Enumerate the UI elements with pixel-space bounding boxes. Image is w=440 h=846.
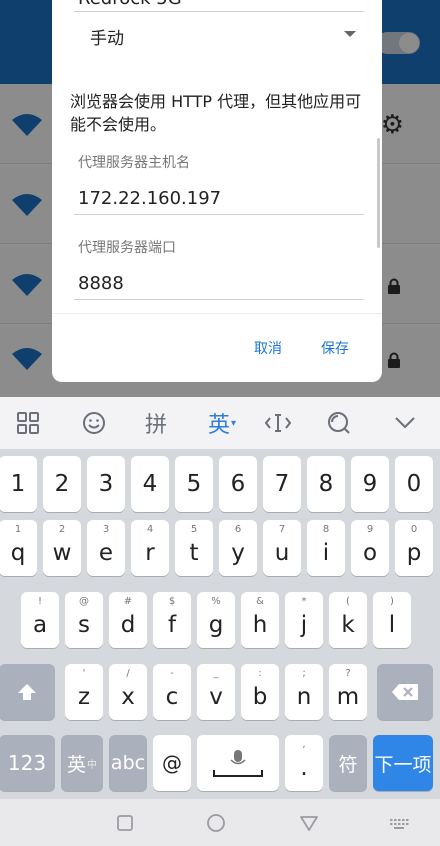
key-s[interactable]: @ s xyxy=(65,592,103,648)
key-k[interactable]: (k xyxy=(329,592,367,648)
space-key[interactable] xyxy=(197,735,279,791)
key-h[interactable]: & h xyxy=(241,592,279,648)
language-switch-key[interactable]: 英中 xyxy=(61,735,103,791)
key-t[interactable]: 5t xyxy=(175,520,213,576)
next-field-button[interactable]: 下一项 xyxy=(373,735,433,791)
english-mode-label: 英 xyxy=(207,413,230,438)
cursor-icon[interactable] xyxy=(256,397,300,449)
abc-mode-key[interactable]: abc xyxy=(109,735,147,791)
collapse-keyboard-icon[interactable] xyxy=(383,397,427,449)
key-r[interactable]: 4r xyxy=(131,520,169,576)
key-n[interactable]: ; n xyxy=(285,664,323,720)
key-d[interactable]: # d xyxy=(109,592,147,648)
key-0[interactable]: 0 xyxy=(395,456,433,512)
key-period[interactable]: ,. xyxy=(285,735,323,791)
shift-arrow-icon xyxy=(18,684,36,700)
language-sub-label: 中 xyxy=(87,759,97,771)
key-at[interactable]: @ xyxy=(153,735,191,791)
host-label: 代理服务器主机名 xyxy=(78,155,190,171)
keyboard-icon[interactable] xyxy=(389,813,409,833)
key-a[interactable]: ! a xyxy=(21,592,59,648)
proxy-mode-dropdown[interactable]: 手动 xyxy=(74,18,364,52)
key-y[interactable]: 6y xyxy=(219,520,257,576)
key-7[interactable]: 7 xyxy=(263,456,301,512)
emoji-icon[interactable] xyxy=(72,397,116,449)
key-w[interactable]: 2w xyxy=(43,520,81,576)
save-button[interactable]: 保存 xyxy=(321,338,349,358)
key-x[interactable]: / x xyxy=(109,664,147,720)
proxy-mode-value: 手动 xyxy=(90,29,124,49)
divider xyxy=(74,11,364,12)
grid-icon[interactable] xyxy=(6,397,50,449)
soft-keyboard: 1 2 3 4 5 6 7 8 9 0 1q 2w 3e 4r 5t 6y 7u… xyxy=(0,449,440,799)
key-3[interactable]: 3 xyxy=(87,456,125,512)
numeric-mode-key[interactable]: 123 xyxy=(0,735,55,791)
key-z[interactable]: ' z xyxy=(65,664,103,720)
port-label: 代理服务器端口 xyxy=(78,240,176,256)
key-8[interactable]: 8 xyxy=(307,456,345,512)
key-q[interactable]: 1q xyxy=(0,520,37,576)
key-6[interactable]: 6 xyxy=(219,456,257,512)
key-i[interactable]: 8i xyxy=(307,520,345,576)
key-m[interactable]: ? m xyxy=(329,664,367,720)
dropdown-arrow-icon xyxy=(344,31,356,37)
key-p[interactable]: 0p xyxy=(395,520,433,576)
key-2[interactable]: 2 xyxy=(43,456,81,512)
key-9[interactable]: 9 xyxy=(351,456,389,512)
key-v[interactable]: _ v xyxy=(197,664,235,720)
system-navigation-bar xyxy=(0,799,440,846)
proxy-host-input[interactable] xyxy=(74,183,364,215)
network-name: Redrock 5G xyxy=(78,0,182,9)
proxy-port-input[interactable] xyxy=(74,268,364,300)
key-b[interactable]: :b xyxy=(241,664,279,720)
backspace-key[interactable] xyxy=(377,664,433,720)
proxy-note: 浏览器会使用 HTTP 代理，但其他应用可能不会使用。 xyxy=(70,92,362,134)
backspace-icon xyxy=(392,684,418,700)
cancel-button[interactable]: 取消 xyxy=(254,338,282,358)
key-g[interactable]: % g xyxy=(197,592,235,648)
key-u[interactable]: 7u xyxy=(263,520,301,576)
home-icon[interactable] xyxy=(206,813,226,833)
key-4[interactable]: 4 xyxy=(131,456,169,512)
language-label: 英 xyxy=(66,753,86,776)
microphone-icon xyxy=(213,750,263,777)
key-l[interactable]: ) l xyxy=(373,592,411,648)
key-j[interactable]: * j xyxy=(285,592,323,648)
key-c[interactable]: -c xyxy=(153,664,191,720)
ime-toolbar: 拼 英 ▾ xyxy=(0,397,440,449)
caret-down-icon: ▾ xyxy=(230,417,237,429)
key-1[interactable]: 1 xyxy=(0,456,37,512)
pinyin-mode[interactable]: 拼 xyxy=(134,397,178,449)
back-icon[interactable] xyxy=(299,813,319,833)
divider xyxy=(52,313,382,314)
key-5[interactable]: 5 xyxy=(175,456,213,512)
proxy-settings-dialog: Redrock 5G 手动 浏览器会使用 HTTP 代理，但其他应用可能不会使用… xyxy=(52,0,382,382)
shift-key[interactable] xyxy=(0,664,55,720)
key-o[interactable]: 9o xyxy=(351,520,389,576)
key-f[interactable]: $ f xyxy=(153,592,191,648)
search-icon[interactable] xyxy=(317,397,361,449)
english-mode[interactable]: 英 ▾ xyxy=(198,397,246,449)
scrollbar[interactable] xyxy=(377,138,380,248)
key-e[interactable]: 3e xyxy=(87,520,125,576)
symbols-key[interactable]: 符 xyxy=(329,735,367,791)
recents-icon[interactable] xyxy=(115,813,135,833)
